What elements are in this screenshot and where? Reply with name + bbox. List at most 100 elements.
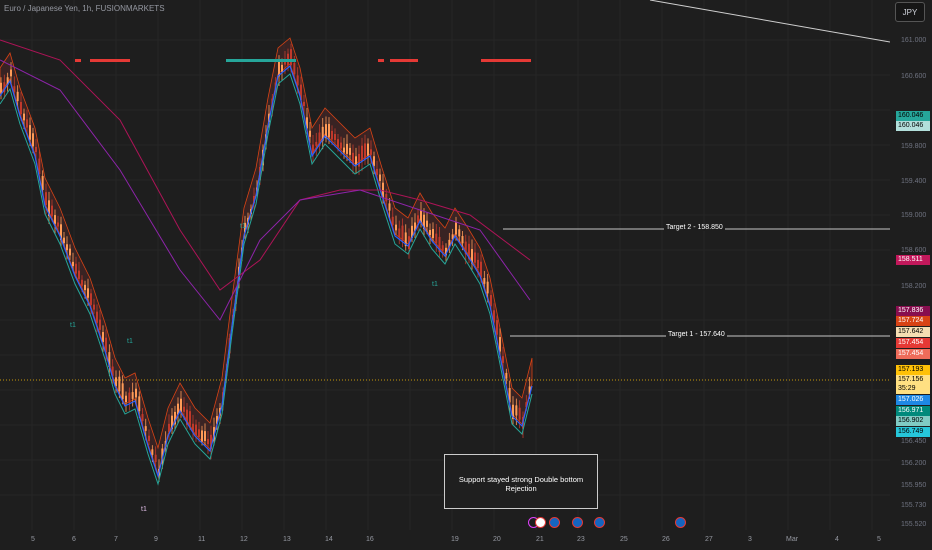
candle-body [23,113,25,121]
economic-event-icon[interactable] [535,517,546,528]
signal-bar [90,59,130,62]
annotation-line-2: Rejection [505,484,537,493]
candle-body [84,284,86,291]
candle-body [99,319,101,330]
candle-body [54,215,56,224]
time-tick: 25 [620,536,628,543]
economic-event-icon[interactable] [594,517,605,528]
candle-body [331,130,333,140]
candle-body [398,228,401,238]
candle-body [328,123,330,138]
candle-body [461,236,464,244]
price-axis[interactable] [890,0,932,550]
candle-body [201,430,203,442]
candle-body [35,146,37,153]
time-axis[interactable] [0,530,890,550]
candle-body [57,222,59,227]
candle-body [417,215,419,223]
time-tick: 7 [114,536,118,543]
candle-body [189,411,191,426]
currency-button[interactable]: JPY [895,2,925,22]
candle-body [480,261,482,278]
economic-event-icon[interactable] [549,517,560,528]
candle-body [496,320,498,335]
candle-body [121,383,124,400]
signal-bar [75,59,81,62]
economic-event-icon[interactable] [675,517,686,528]
candle-body [367,143,369,156]
candle-body [334,134,336,141]
price-tick: 156.450 [901,438,927,445]
annotation-box[interactable]: Support stayed strong Double bottom Reje… [444,454,598,509]
candle-body [69,248,71,256]
candle-body [180,398,182,412]
target-1-label: Target 1 - 157.640 [666,331,727,338]
candle-body [125,395,127,403]
candle-body [391,216,394,226]
candle-body [10,69,12,77]
candle-body [207,439,209,445]
time-tick: 3 [748,536,752,543]
candle-body [0,82,2,93]
candle-body [148,435,150,441]
candle-body [81,279,83,286]
candle-body [490,295,492,307]
time-tick: 5 [31,536,35,543]
signal-bar [378,59,384,62]
time-tick: 5 [877,536,881,543]
time-tick: 9 [154,536,158,543]
price-tag: 156.971 [896,406,930,416]
time-tick: 23 [577,536,585,543]
price-tick: 155.730 [901,502,927,509]
candle-body [75,263,77,274]
price-chart[interactable] [0,0,890,530]
price-tag: 157.642 [896,327,930,337]
price-tag: 160.046 [896,111,930,121]
candle-body [337,139,339,148]
candle-body [183,406,185,412]
candle-body [483,278,486,284]
price-tag: 156.902 [896,416,930,426]
candle-body [309,130,311,137]
signal-label: t1 [240,223,246,230]
candle-body [379,174,381,181]
candle-body [141,414,144,422]
price-tick: 155.520 [901,521,927,528]
signal-bar [481,59,531,62]
price-tag: 157.026 [896,395,930,405]
price-tag: 157.193 [896,365,930,375]
price-tag: 157.724 [896,316,930,326]
candle-body [131,392,134,399]
candle-body [281,64,283,72]
candle-body [102,332,104,343]
candle-body [66,244,68,251]
candle-body [441,245,444,251]
candle-body [204,431,206,441]
candle-body [290,49,292,66]
price-tag: 35:29 [896,384,930,394]
candle-body [477,259,479,269]
candle-body [198,429,200,437]
candle-body [118,376,121,392]
price-tag: 157.454 [896,338,930,348]
candle-body [195,424,197,436]
symbol-title: Euro / Japanese Yen, 1h, FUSIONMARKETS [4,4,165,13]
candle-body [518,407,521,420]
candle-body [90,293,92,305]
time-tick: 12 [240,536,248,543]
price-tag: 160.046 [896,121,930,131]
candle-body [432,228,434,239]
candle-body [474,252,476,263]
time-tick: 14 [325,536,333,543]
chart-area[interactable] [0,0,890,530]
economic-event-icon[interactable] [572,517,583,528]
candle-body [505,372,508,379]
signal-bar [226,59,296,62]
candle-body [455,222,457,235]
time-tick: 6 [72,536,76,543]
price-tick: 158.200 [901,283,927,290]
candle-body [154,454,157,463]
time-tick: Mar [786,536,799,543]
candle-body [395,224,397,231]
annotation-text: Support stayed strong Double bottom Reje… [445,475,597,493]
